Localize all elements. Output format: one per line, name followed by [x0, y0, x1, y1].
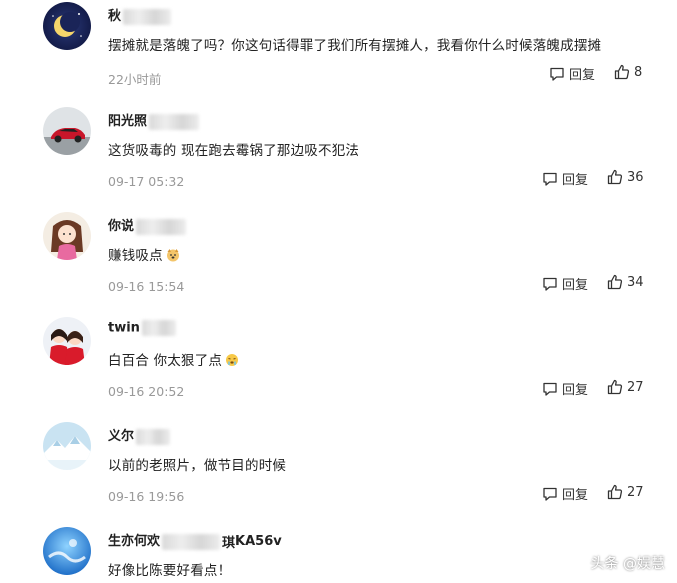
reply-button[interactable]: 回复 [542, 379, 588, 398]
thumbs-up-icon [607, 169, 623, 185]
comment-item: 你说 赚钱吸点 09-16 15:54 回复 34 [0, 212, 677, 317]
avatar-snow-landscape[interactable] [43, 422, 91, 470]
avatar-car[interactable] [43, 107, 91, 155]
comment-time: 09-16 15:54 [108, 279, 185, 294]
watermark: 头条 @娱慧 [590, 556, 665, 572]
like-button[interactable]: 8 [614, 64, 642, 80]
reply-button[interactable]: 回复 [542, 274, 588, 293]
comment-item: 义尔 以前的老照片，做节目的时候 09-16 19:56 回复 27 [0, 422, 677, 527]
username[interactable]: 你说 [108, 215, 187, 235]
username[interactable]: 秋 [108, 5, 172, 25]
like-count: 27 [627, 484, 644, 500]
comment-time: 09-16 19:56 [108, 489, 185, 504]
username[interactable]: 生亦何欢 琪KA56v [108, 530, 282, 551]
comment-time: 09-16 20:52 [108, 384, 185, 399]
crying-emoji [226, 354, 239, 366]
comment-text: 摆摊就是落魄了吗？你这句话得罪了我们所有摆摊人，我看你什么时候落魄成摆摊 [108, 38, 602, 54]
comment-item: 秋 摆摊就是落魄了吗？你这句话得罪了我们所有摆摊人，我看你什么时候落魄成摆摊 2… [0, 2, 677, 107]
comment-text: 以前的老照片，做节目的时候 [108, 458, 287, 474]
like-count: 27 [627, 379, 644, 395]
like-count: 34 [627, 274, 644, 290]
comment-time: 09-17 05:32 [108, 174, 185, 189]
comment-text: 这货吸毒的 现在跑去霉锅了那边吸不犯法 [108, 143, 360, 159]
comment-time: 22小时前 [108, 72, 162, 87]
username[interactable]: 义尔 [108, 425, 171, 445]
comment-item: 阳光照 这货吸毒的 现在跑去霉锅了那边吸不犯法 09-17 05:32 回复 3… [0, 107, 677, 212]
thumbs-up-icon [607, 484, 623, 500]
like-button[interactable]: 34 [607, 274, 644, 290]
like-button[interactable]: 27 [607, 379, 644, 395]
reply-icon [550, 67, 564, 81]
reply-button[interactable]: 回复 [542, 484, 588, 503]
comment-item: twin 白百合 你太狠了点 09-16 20:52 回复 27 [0, 317, 677, 422]
reply-button[interactable]: 回复 [549, 64, 595, 83]
reply-icon [543, 382, 557, 396]
thumbs-up-icon [607, 274, 623, 290]
avatar-two-girls[interactable] [43, 317, 91, 365]
username[interactable]: twin [108, 320, 176, 336]
avatar-blue-water[interactable] [43, 527, 91, 575]
comment-text: 赚钱吸点 [108, 244, 180, 264]
reply-icon [543, 487, 557, 501]
comment-text: 好像比陈要好看点！ [108, 563, 232, 579]
reply-icon [543, 277, 557, 291]
like-button[interactable]: 27 [607, 484, 644, 500]
username[interactable]: 阳光照 [108, 110, 200, 130]
comment-item: 生亦何欢 琪KA56v 好像比陈要好看点！ [0, 527, 677, 583]
like-count: 36 [627, 169, 644, 185]
thumbs-up-icon [614, 64, 630, 80]
avatar-anime-girl[interactable] [43, 212, 91, 260]
reply-button[interactable]: 回复 [542, 169, 588, 188]
like-count: 8 [634, 64, 643, 80]
thumbs-up-icon [607, 379, 623, 395]
comment-text: 白百合 你太狠了点 [108, 349, 239, 369]
avatar-moon[interactable] [43, 2, 91, 50]
dog-face-emoji [166, 249, 179, 262]
reply-icon [543, 172, 557, 186]
like-button[interactable]: 36 [607, 169, 644, 185]
